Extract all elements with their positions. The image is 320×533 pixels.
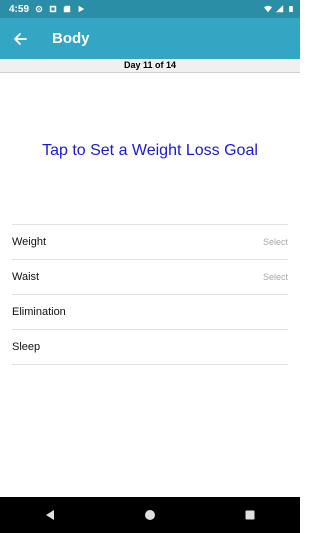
sleep-row[interactable]: Sleep	[12, 330, 288, 365]
weight-row[interactable]: Weight Select	[12, 225, 288, 260]
waist-row[interactable]: Waist Select	[12, 260, 288, 295]
play-store-icon	[78, 5, 85, 13]
sd-card-icon	[63, 5, 71, 13]
weight-label: Weight	[12, 236, 47, 248]
nav-home-button[interactable]	[130, 497, 170, 533]
elimination-label: Elimination	[12, 306, 66, 318]
elimination-row[interactable]: Elimination	[12, 295, 288, 330]
sleep-label: Sleep	[12, 341, 41, 353]
system-nav-bar	[0, 497, 300, 533]
battery-icon	[289, 6, 293, 12]
weight-select[interactable]: Select	[263, 237, 288, 247]
status-bar: 4:59	[0, 0, 300, 18]
waist-select[interactable]: Select	[263, 272, 288, 282]
back-button[interactable]	[0, 18, 40, 59]
status-icons-left	[35, 5, 85, 13]
status-icons-right	[264, 5, 294, 13]
arrow-back-icon	[14, 32, 27, 45]
waist-label: Waist	[12, 271, 40, 283]
gear-icon	[35, 5, 43, 13]
set-goal-link[interactable]: Tap to Set a Weight Loss Goal	[0, 142, 300, 160]
body-metrics-list: Weight Select Waist Select Elimination S…	[12, 224, 288, 365]
home-circle-icon	[145, 510, 155, 520]
recents-square-icon	[245, 510, 255, 520]
day-indicator: Day 11 of 14	[0, 59, 300, 73]
page-title: Body	[52, 30, 90, 47]
nav-back-button[interactable]	[30, 497, 70, 533]
notification-icon	[49, 5, 57, 13]
status-time: 4:59	[9, 3, 30, 15]
signal-icon	[276, 5, 284, 13]
back-triangle-icon	[46, 510, 54, 520]
nav-recents-button[interactable]	[230, 497, 270, 533]
wifi-icon	[264, 5, 272, 13]
app-bar: Body	[0, 18, 300, 59]
